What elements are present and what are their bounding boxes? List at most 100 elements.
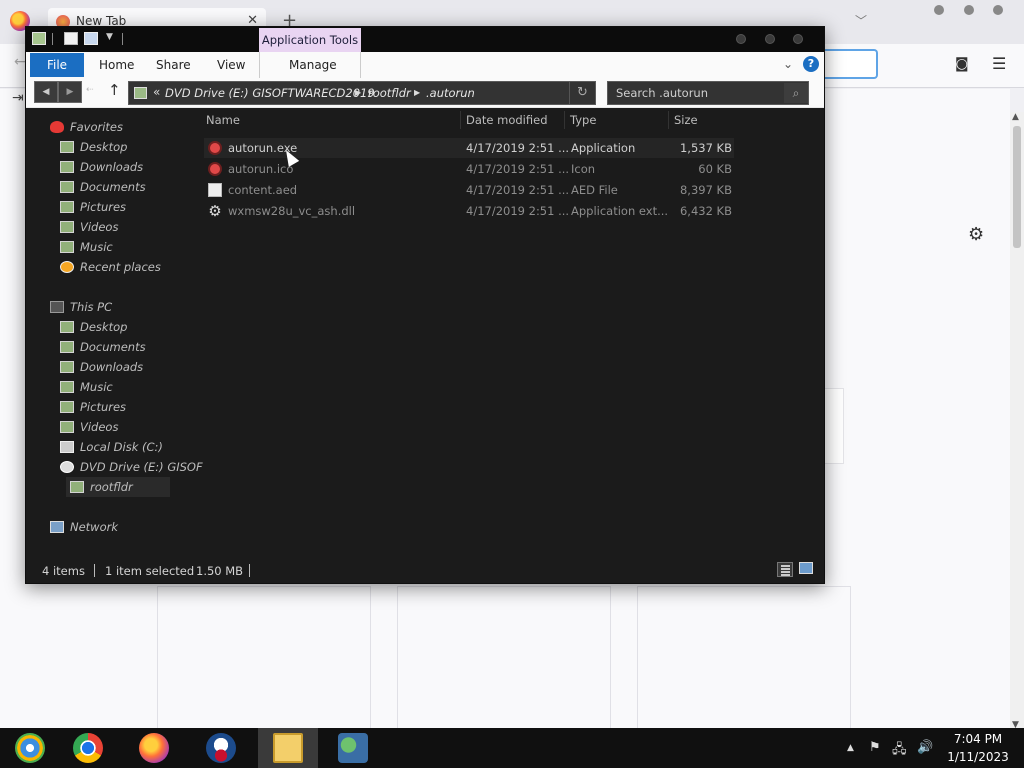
breadcrumb-drive[interactable]: DVD Drive (E:) GISOFTWARECD2019 [165, 86, 375, 100]
start-button[interactable] [0, 728, 60, 768]
show-hidden-icons-button[interactable]: ▲ [847, 743, 854, 753]
nav-item-label: Favorites [70, 120, 124, 134]
file-date: 4/17/2019 2:51 ... [466, 204, 570, 218]
breadcrumb-rootfldr[interactable]: rootfldr [368, 86, 411, 100]
address-bar[interactable]: « DVD Drive (E:) GISOFTWARECD2019 ▶ root… [128, 81, 596, 105]
folder-icon [60, 141, 74, 153]
clock-time[interactable]: 7:04 PM [948, 732, 1008, 746]
back-button[interactable]: ◀ [34, 81, 58, 103]
app-menu-button[interactable]: ☰ [992, 54, 1006, 73]
folder-icon [70, 481, 84, 493]
quick-access-dropdown-icon[interactable]: ▼ [106, 32, 113, 42]
tab-view[interactable]: View [217, 58, 245, 72]
file-size: 60 KB [698, 162, 732, 176]
status-separator [249, 564, 250, 577]
tab-manage[interactable]: Manage [289, 58, 337, 72]
pocket-icon[interactable]: ◙ [955, 56, 969, 72]
tab-file[interactable]: File [30, 53, 84, 77]
new-folder-icon[interactable] [84, 32, 98, 45]
url-bar[interactable] [820, 49, 878, 79]
campaign-logo-icon [206, 733, 236, 763]
browser-back-button[interactable]: ← [14, 54, 26, 70]
file-explorer-icon [273, 733, 303, 763]
sidebar-toggle-icon[interactable]: ⇥ [12, 90, 24, 106]
nav-item-label: Pictures [80, 400, 127, 414]
folder-icon [60, 341, 74, 353]
shortcut-tile[interactable] [637, 586, 851, 730]
folder-icon [60, 321, 74, 333]
nav-item-label: Local Disk (C:) [80, 440, 163, 454]
search-icon[interactable]: ⌕ [784, 83, 808, 103]
nav-item-label: Downloads [80, 160, 144, 174]
file-row[interactable]: content.aed 4/17/2019 2:51 ... AED File … [204, 180, 734, 200]
large-icons-view-icon[interactable] [799, 562, 813, 574]
shortcut-tile[interactable] [397, 586, 611, 730]
tab-home[interactable]: Home [99, 58, 134, 72]
refresh-button[interactable]: ↻ [569, 82, 595, 104]
folder-icon [60, 201, 74, 213]
file-row[interactable]: ⚙ wxmsw28u_vc_ash.dll 4/17/2019 2:51 ...… [204, 201, 734, 221]
file-size: 6,432 KB [679, 204, 732, 218]
shortcut-tile[interactable] [157, 586, 371, 730]
breadcrumb-arrow-icon[interactable]: ▶ [414, 88, 420, 97]
close-button[interactable] [793, 34, 803, 44]
forward-button[interactable]: ▶ [58, 81, 82, 103]
folder-icon [60, 381, 74, 393]
settings-gear-icon[interactable]: ⚙ [968, 224, 984, 245]
clock-date[interactable]: 1/11/2023 [946, 750, 1010, 764]
column-header-size[interactable]: Size [674, 113, 698, 127]
taskbar-firefox[interactable] [124, 728, 184, 768]
column-header-date[interactable]: Date modified [466, 113, 548, 127]
page-scrollbar[interactable]: ▲ ▼ [1010, 112, 1024, 730]
taskbar-obama-app[interactable] [191, 728, 251, 768]
close-button[interactable] [993, 5, 1003, 15]
overflow-chevron-icon[interactable]: « [153, 85, 160, 99]
action-center-flag-icon[interactable]: ⚑ [869, 740, 881, 755]
nav-item-label: rootfldr [90, 480, 133, 494]
network-status-icon[interactable]: 🖧 [892, 740, 907, 762]
maximize-button[interactable] [765, 34, 775, 44]
column-header-type[interactable]: Type [570, 113, 596, 127]
column-header-name[interactable]: Name [206, 113, 240, 127]
minimize-button[interactable] [934, 5, 944, 15]
nav-item-label: Recent places [80, 260, 161, 274]
up-one-level-button[interactable]: ↑ [108, 81, 121, 99]
column-separator[interactable] [564, 111, 565, 129]
help-icon[interactable]: ? [803, 56, 819, 72]
ribbon-tabs: File Home Share View Manage ⌄ ? [26, 52, 824, 78]
file-date: 4/17/2019 2:51 ... [466, 183, 570, 197]
scroll-up-arrow-icon[interactable]: ▲ [1012, 112, 1019, 122]
search-box[interactable]: ⌕ [607, 81, 809, 105]
toolbar-separator [52, 33, 53, 45]
file-icon [208, 183, 222, 197]
maximize-button[interactable] [964, 5, 974, 15]
file-type: Icon [571, 162, 596, 176]
file-date: 4/17/2019 2:51 ... [466, 162, 570, 176]
properties-icon[interactable] [64, 32, 78, 45]
expand-ribbon-icon[interactable]: ⌄ [783, 57, 793, 71]
column-separator[interactable] [668, 111, 669, 129]
recent-locations-icon[interactable]: ⇠ [86, 85, 94, 95]
tab-share[interactable]: Share [156, 58, 191, 72]
minimize-button[interactable] [736, 34, 746, 44]
toolbar-separator [122, 33, 123, 45]
nav-item-label: Network [70, 520, 119, 534]
breadcrumb-arrow-icon[interactable]: ▶ [355, 88, 361, 97]
list-tabs-button[interactable]: ﹀ [855, 12, 867, 29]
folder-icon[interactable] [32, 32, 46, 45]
explorer-titlebar[interactable]: ▼ Application Tools [26, 27, 824, 52]
breadcrumb-autorun[interactable]: .autorun [426, 86, 475, 100]
scroll-thumb[interactable] [1013, 126, 1021, 248]
taskbar-file-explorer[interactable] [258, 728, 318, 768]
nav-item-label: Pictures [80, 200, 127, 214]
volume-icon[interactable]: 🔊 [917, 740, 933, 755]
details-view-icon[interactable] [777, 562, 793, 577]
column-separator[interactable] [460, 111, 461, 129]
taskbar-chrome[interactable] [58, 728, 118, 768]
file-name: autorun.ico [228, 162, 294, 176]
search-input[interactable] [608, 82, 783, 104]
file-row[interactable]: autorun.ico 4/17/2019 2:51 ... Icon 60 K… [204, 159, 734, 179]
gear-icon: ⚙ [208, 202, 222, 220]
taskbar-network-app[interactable] [323, 728, 383, 768]
nav-item-label: Downloads [80, 360, 144, 374]
